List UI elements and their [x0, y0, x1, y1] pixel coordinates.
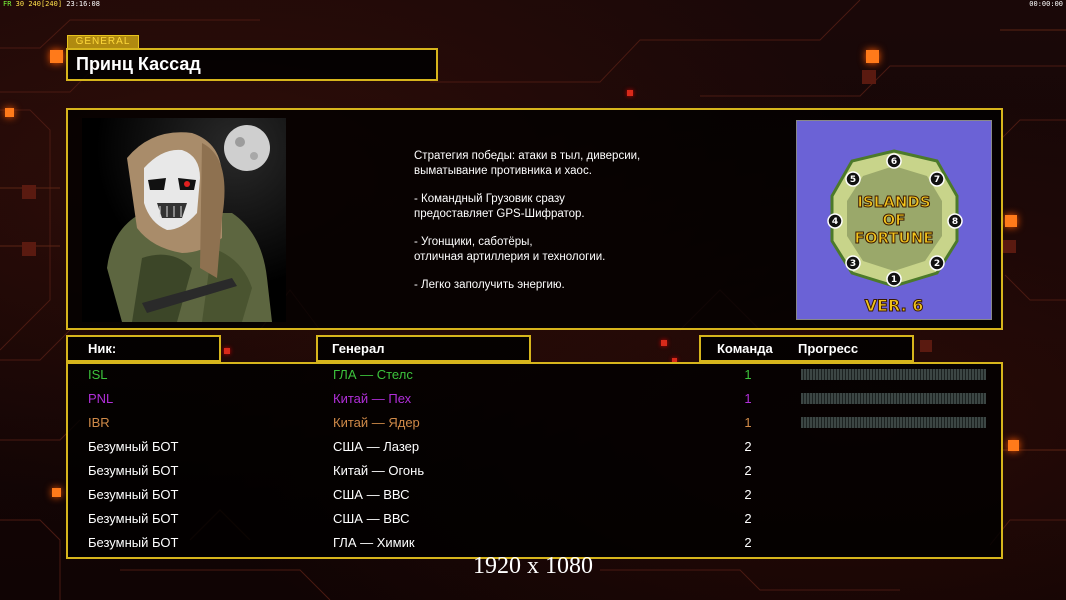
soldier-portrait-icon [107, 125, 272, 322]
player-team: 2 [744, 487, 752, 502]
player-general: ГЛА — Химик [333, 535, 415, 550]
game-timer: 00:00:00 [1029, 0, 1063, 8]
player-row: PNL Китай — Пех 1 [68, 387, 1001, 411]
player-nick: Безумный БОТ [88, 535, 179, 550]
player-row: Безумный БОТ США — ВВС 2 [68, 483, 1001, 507]
player-team: 2 [744, 439, 752, 454]
player-row: ISL ГЛА — Стелс 1 [68, 363, 1001, 387]
fps-target: 240 [28, 0, 41, 8]
fps-value: 30 [15, 0, 25, 8]
player-team: 2 [744, 511, 752, 526]
player-team: 2 [744, 463, 752, 478]
player-row: Безумный БОТ США — ВВС 2 [68, 507, 1001, 531]
resolution-label: 1920 x 1080 [473, 553, 593, 579]
player-team: 1 [744, 367, 752, 382]
map-slot-label: 3 [850, 259, 856, 269]
player-general: США — Лазер [333, 439, 420, 454]
player-team: 2 [744, 535, 752, 550]
player-nick: IBR [88, 415, 110, 430]
map-slot-label: 4 [832, 217, 838, 227]
player-general: Китай — Пех [333, 391, 412, 406]
circuit-node [50, 50, 63, 63]
column-header-label: Ник: [88, 341, 117, 356]
circuit-node [22, 242, 36, 256]
player-row: Безумный БОТ ГЛА — Химик 2 [68, 531, 1001, 555]
loading-progress-bar [801, 393, 986, 404]
player-general: ГЛА — Стелс [333, 367, 413, 382]
strategy-line: - Легко заполучить энергию. [414, 279, 565, 291]
player-row: Безумный БОТ США — Лазер 2 [68, 435, 1001, 459]
map-slot-label: 2 [934, 259, 940, 269]
player-nick: Безумный БОТ [88, 487, 179, 502]
player-list: ISL ГЛА — Стелс 1 PNL Китай — Пех 1 IBR … [66, 362, 1003, 559]
fps-max: [240] [40, 0, 63, 8]
player-general: США — ВВС [333, 487, 410, 502]
fps-label: FR [3, 0, 12, 8]
circuit-node [224, 348, 230, 354]
player-nick: Безумный БОТ [88, 511, 179, 526]
strategy-line: Стратегия победы: атаки в тыл, диверсии,… [414, 150, 641, 177]
circuit-node [1008, 440, 1019, 451]
map-title-line: ISLANDS [857, 193, 930, 211]
strategy-description: Стратегия победы: атаки в тыл, диверсии,… [414, 149, 754, 306]
player-team: 1 [744, 415, 752, 430]
player-general: Китай — Ядер [333, 415, 420, 430]
general-info-panel: Стратегия победы: атаки в тыл, диверсии,… [66, 108, 1003, 330]
column-header-label: Генерал [332, 341, 385, 356]
strategy-line: - Командный Грузовик сразу предоставляет… [414, 193, 585, 220]
map-preview: 6 7 5 4 8 3 2 1 ISLANDS OF FORTUNE VER. … [796, 120, 992, 320]
status-bar: FR 30 240[240] 23:16:08 00:00:00 [0, 0, 1066, 10]
player-nick: Безумный БОТ [88, 463, 179, 478]
map-title-line: FORTUNE [854, 229, 933, 247]
circuit-node [22, 185, 36, 199]
circuit-node [866, 50, 879, 63]
map-title-line: OF [883, 211, 906, 229]
circuit-node [52, 488, 61, 497]
map-slot-label: 8 [952, 217, 958, 227]
circuit-node [1003, 240, 1016, 253]
map-preview-image: 6 7 5 4 8 3 2 1 ISLANDS OF FORTUNE VER. … [797, 121, 991, 319]
player-row: Безумный БОТ Китай — Огонь 2 [68, 459, 1001, 483]
general-portrait [82, 118, 286, 322]
general-tag: GENERAL [67, 35, 139, 49]
circuit-node [1005, 215, 1017, 227]
circuit-node [920, 340, 932, 352]
strategy-line: - Угонщики, саботёры, отличная артиллери… [414, 236, 606, 263]
column-header-team-progress: Команда Прогресс [699, 335, 914, 362]
player-nick: ISL [88, 367, 108, 382]
player-row: IBR Китай — Ядер 1 [68, 411, 1001, 435]
map-slot-label: 1 [891, 275, 897, 285]
circuit-node [5, 108, 14, 117]
player-nick: Безумный БОТ [88, 439, 179, 454]
circuit-node [627, 90, 633, 96]
column-header-general: Генерал [316, 335, 531, 362]
general-title: Принц Кассад [76, 54, 201, 74]
map-slot-label: 6 [891, 157, 897, 167]
circuit-node [661, 340, 667, 346]
loading-progress-bar [801, 417, 986, 428]
general-title-box: Принц Кассад [66, 48, 438, 81]
player-general: США — ВВС [333, 511, 410, 526]
column-header-nick: Ник: [66, 335, 221, 362]
player-team: 1 [744, 391, 752, 406]
loading-progress-bar [801, 369, 986, 380]
fps-counter: FR 30 240[240] 23:16:08 [3, 0, 100, 9]
player-general: Китай — Огонь [333, 463, 425, 478]
clock: 23:16:08 [66, 0, 100, 8]
map-slot-label: 5 [850, 175, 856, 185]
column-header-label: Прогресс [798, 341, 859, 356]
map-slot-label: 7 [934, 175, 940, 185]
player-nick: PNL [88, 391, 114, 406]
map-version: VER. 6 [865, 296, 924, 315]
column-header-label: Команда [717, 341, 773, 356]
circuit-node [862, 70, 876, 84]
